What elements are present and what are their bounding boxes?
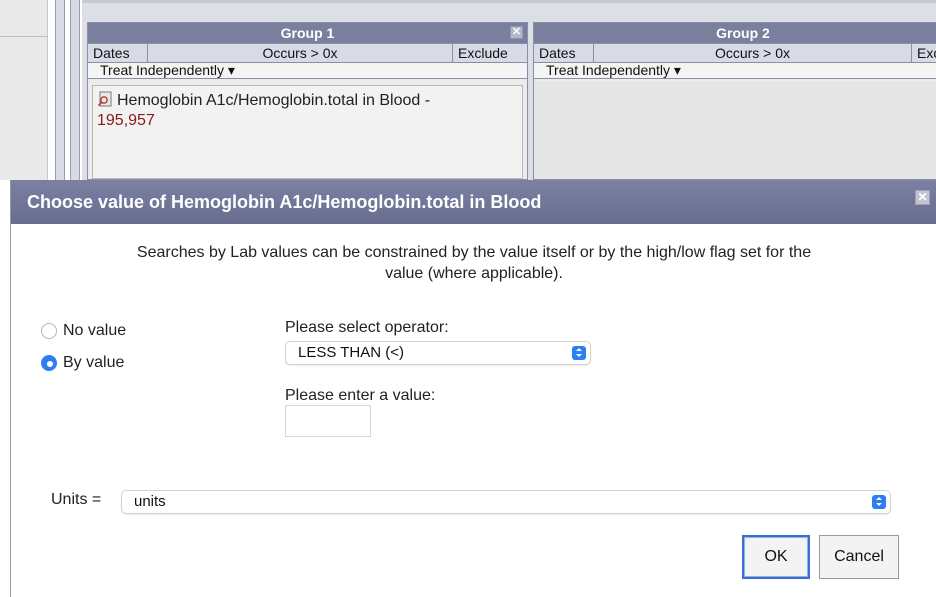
concept-count: 195,957 (97, 112, 155, 129)
concept-label: Hemoglobin A1c/Hemoglobin.total in Blood… (117, 92, 431, 109)
exclude-button[interactable]: Excl (912, 44, 936, 62)
operator-select[interactable]: LESS THAN (<) (285, 341, 591, 365)
radio-button-icon[interactable] (41, 323, 57, 339)
panel-splitter[interactable] (55, 0, 65, 180)
group-concept-list (534, 81, 936, 179)
cancel-button[interactable]: Cancel (819, 535, 899, 579)
group-concept-list: Hemoglobin A1c/Hemoglobin.total in Blood… (92, 85, 523, 179)
close-icon[interactable]: ✕ (510, 26, 523, 39)
concept-item[interactable]: Hemoglobin A1c/Hemoglobin.total in Blood… (97, 91, 517, 131)
select-arrows-icon (572, 346, 586, 360)
group-2-panel: Group 2 Dates Occurs > 0x Excl Treat Ind… (533, 22, 936, 180)
group-column-header: Dates Occurs > 0x Exclude (88, 43, 527, 63)
panel-divider (0, 36, 48, 37)
group-title-bar: Group 2 (534, 23, 936, 43)
group-title-bar: Group 1 ✕ (88, 23, 527, 43)
select-arrows-icon (872, 495, 886, 509)
value-input[interactable] (285, 405, 371, 437)
choose-value-dialog: Choose value of Hemoglobin A1c/Hemoglobi… (10, 180, 936, 597)
dialog-title: Choose value of Hemoglobin A1c/Hemoglobi… (27, 192, 542, 212)
occurs-button[interactable]: Occurs > 0x (594, 44, 912, 62)
by-value-radio[interactable]: By value (41, 354, 124, 372)
value-label: Please enter a value: (285, 387, 436, 404)
group-1-panel: Group 1 ✕ Dates Occurs > 0x Exclude Trea… (87, 22, 528, 180)
dialog-title-bar[interactable]: Choose value of Hemoglobin A1c/Hemoglobi… (11, 180, 936, 224)
description-line: Searches by Lab values can be constraine… (136, 244, 812, 261)
dates-button[interactable]: Dates (88, 44, 148, 62)
close-icon[interactable]: ✕ (915, 190, 930, 205)
description-line: value (where applicable). (385, 265, 563, 282)
units-select[interactable]: units (121, 490, 891, 514)
exclude-button[interactable]: Exclude (453, 44, 527, 62)
query-workspace: Group 1 ✕ Dates Occurs > 0x Exclude Trea… (0, 0, 936, 180)
group-column-header: Dates Occurs > 0x Excl (534, 43, 936, 63)
radio-button-selected-icon[interactable] (41, 355, 57, 371)
left-panel (0, 0, 48, 180)
operator-select-value: LESS THAN (<) (298, 344, 405, 361)
no-value-radio[interactable]: No value (41, 322, 126, 340)
units-select-value: units (134, 493, 166, 510)
group-title: Group 1 (280, 25, 335, 41)
ok-button[interactable]: OK (742, 535, 810, 579)
by-value-label: By value (63, 354, 125, 371)
group-title: Group 2 (716, 25, 770, 41)
units-label: Units = (51, 491, 102, 508)
operator-label: Please select operator: (285, 319, 449, 336)
dialog-description: Searches by Lab values can be constraine… (11, 242, 936, 284)
treat-independently-dropdown[interactable]: Treat Independently ▾ (534, 63, 936, 79)
no-value-label: No value (63, 322, 127, 339)
dates-button[interactable]: Dates (534, 44, 594, 62)
treat-independently-dropdown[interactable]: Treat Independently ▾ (88, 63, 527, 79)
occurs-button[interactable]: Occurs > 0x (148, 44, 453, 62)
lab-document-icon (97, 91, 113, 107)
panel-splitter[interactable] (70, 0, 80, 180)
